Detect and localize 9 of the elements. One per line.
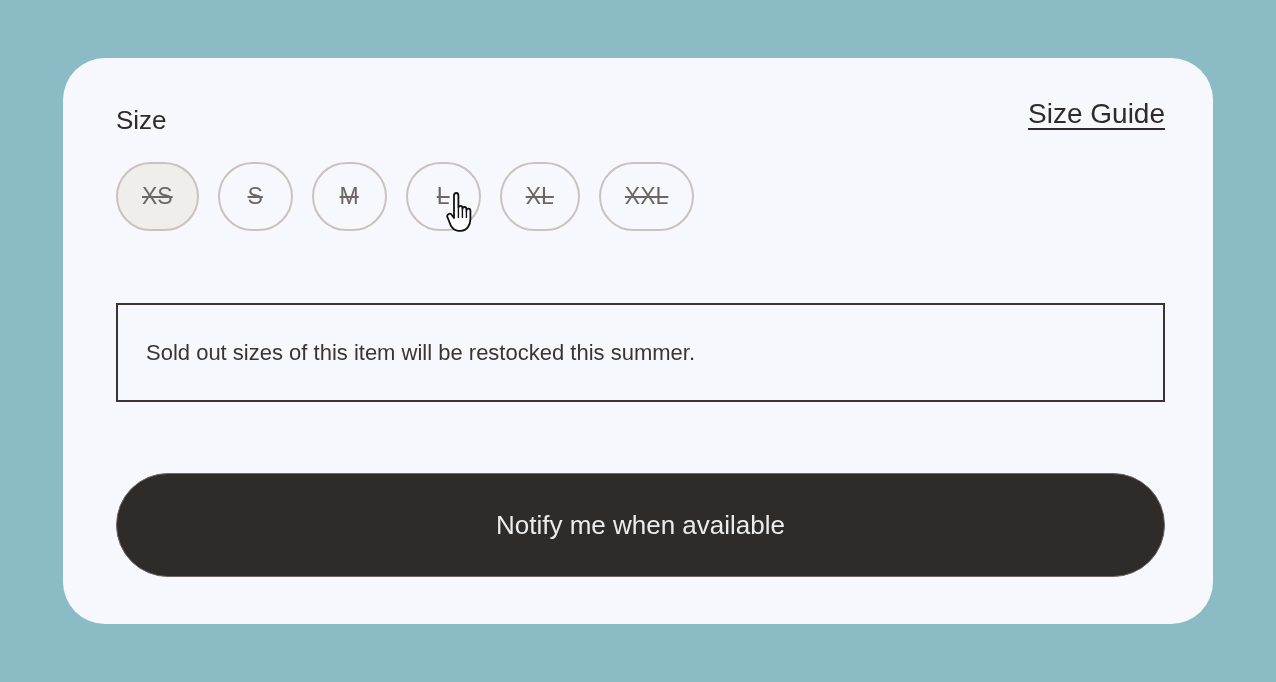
size-option[interactable]: XXL: [598, 162, 695, 231]
size-option[interactable]: XS: [116, 162, 199, 231]
notice-text: Sold out sizes of this item will be restocked this summer.: [146, 339, 695, 366]
size-option[interactable]: M: [311, 162, 387, 231]
size-option[interactable]: S: [217, 162, 293, 231]
size-guide-link[interactable]: Size Guide: [1028, 98, 1165, 130]
size-option[interactable]: XL: [499, 162, 580, 231]
notify-button[interactable]: Notify me when available: [116, 473, 1165, 577]
size-label: Size: [116, 104, 167, 136]
